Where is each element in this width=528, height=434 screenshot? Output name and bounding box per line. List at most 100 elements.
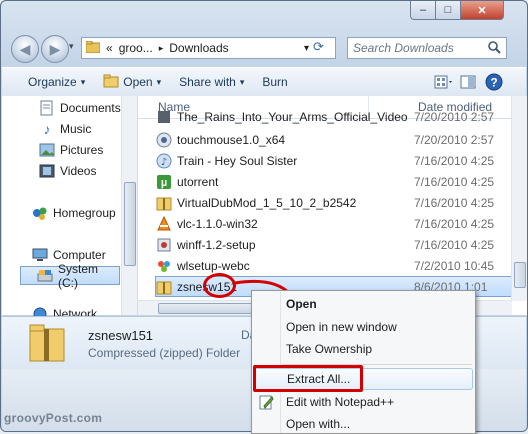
share-label: Share with (179, 75, 236, 89)
address-bar[interactable]: « groo... ▸ Downloads ▾ (81, 37, 336, 59)
chevron-down-icon: ▾ (156, 76, 162, 87)
forward-button[interactable]: ▶ (41, 35, 69, 63)
context-menu: Open Open in new window Take Ownership E… (251, 290, 476, 434)
file-name: winff-1.2-setup (177, 237, 256, 252)
sidebar-scrollbar[interactable] (121, 96, 137, 315)
details-file-name: zsnesw151 (88, 328, 154, 343)
folder-icon (85, 40, 101, 56)
drive-icon (37, 268, 53, 284)
help-button[interactable]: ? (484, 72, 504, 92)
documents-icon (39, 100, 55, 116)
file-name-cell: VirtualDubMod_1_5_10_2_b2542 (156, 195, 414, 211)
file-name: vlc-1.1.0-win32 (177, 216, 258, 231)
file-name: wlsetup-webc (177, 258, 250, 273)
homegroup-icon (32, 205, 48, 221)
view-icon (433, 75, 455, 94)
open-label: Open (123, 75, 153, 89)
search-placeholder: Search Downloads (353, 41, 454, 55)
open-folder-icon (103, 74, 119, 91)
menu-item-open[interactable]: Open (252, 293, 475, 315)
refresh-button[interactable]: ⟳ (313, 39, 333, 57)
file-row[interactable]: winff-1.2-setup 7/16/2010 4:25 (156, 234, 512, 255)
live-setup-icon (156, 258, 172, 274)
change-view-button[interactable] (433, 73, 455, 91)
organize-button[interactable]: Organize ▾ (2, 68, 94, 96)
file-list-scroll-thumb[interactable] (514, 262, 526, 288)
file-name: touchmouse1.0_x64 (177, 132, 286, 147)
setup-icon (156, 132, 172, 148)
file-date: 7/16/2010 4:25 (414, 153, 495, 168)
file-name-cell: vlc-1.1.0-win32 (156, 215, 414, 232)
menu-item-open-new-window[interactable]: Open in new window (252, 316, 475, 338)
menu-item-open-with[interactable]: Open with... (252, 413, 475, 433)
preview-pane-button[interactable] (459, 73, 477, 91)
share-with-button[interactable]: Share with ▾ (170, 68, 253, 96)
file-row[interactable]: touchmouse1.0_x64 7/20/2010 2:57 (156, 129, 512, 150)
svg-text:?: ? (490, 76, 497, 90)
file-date: 7/16/2010 4:25 (414, 195, 495, 210)
file-name-cell: touchmouse1.0_x64 (156, 132, 414, 148)
sidebar-item-homegroup[interactable]: Homegroup (32, 205, 116, 221)
file-list-scrollbar[interactable] (511, 96, 527, 301)
menu-item-edit-notepad[interactable]: Edit with Notepad++ (252, 391, 475, 413)
file-date: 7/16/2010 4:25 (414, 237, 495, 252)
pictures-icon (39, 142, 55, 158)
sidebar-item-documents[interactable]: Documents (39, 100, 121, 116)
vlc-icon (156, 215, 172, 232)
sidebar-item-label: System (C:) (58, 261, 99, 290)
file-row[interactable]: VirtualDubMod_1_5_10_2_b2542 7/16/2010 4… (156, 192, 512, 213)
sidebar-item-label: Music (60, 122, 92, 136)
file-name-cell: wlsetup-webc (156, 258, 414, 274)
menu-item-label: Open with... (286, 417, 351, 431)
breadcrumb-parent[interactable]: groo... (119, 41, 153, 55)
maximize-button[interactable]: □ (435, 1, 461, 20)
file-date: 7/20/2010 2:57 (414, 110, 495, 124)
sidebar-item-pictures[interactable]: Pictures (39, 142, 103, 158)
navigation-pane: Documents ♪ Music Pictures Videos Homegr… (2, 96, 138, 321)
svg-text:µ: µ (161, 177, 167, 189)
sidebar-item-label: Computer (53, 248, 106, 262)
chevron-down-icon: ▾ (80, 76, 86, 87)
open-button[interactable]: Open ▾ (94, 68, 170, 96)
recent-pages-button[interactable]: ▾ (69, 41, 74, 52)
sidebar-item-label: Videos (60, 164, 97, 178)
address-dropdown[interactable]: ▾ (304, 43, 309, 54)
file-list: Name Date modified The_Rains_Into_Your_A… (138, 96, 527, 315)
watermark: groovyPost.com (4, 411, 103, 425)
menu-item-label: Take Ownership (286, 342, 373, 356)
itunes-file-icon: ♪ (156, 153, 172, 169)
sidebar-item-videos[interactable]: Videos (39, 163, 96, 179)
file-row[interactable]: ♪ Train - Hey Soul Sister 7/16/2010 4:25 (156, 150, 512, 171)
file-name: Train - Hey Soul Sister (177, 153, 298, 168)
details-file-type: Compressed (zipped) Folder (88, 346, 241, 360)
zip-folder-large-icon (28, 323, 68, 366)
sidebar-scroll-thumb[interactable] (124, 182, 136, 266)
breadcrumb-separator[interactable]: ▸ (159, 43, 164, 54)
minimize-button[interactable]: – (410, 1, 436, 20)
organize-label: Organize (28, 75, 77, 89)
file-name: utorrent (177, 174, 219, 189)
file-row[interactable]: wlsetup-webc 7/2/2010 10:45 (156, 255, 512, 276)
file-name: The_Rains_Into_Your_Arms_Official_Video (177, 110, 408, 124)
file-name-cell: winff-1.2-setup (156, 237, 414, 253)
overflow-chevron[interactable]: « (106, 41, 113, 55)
burn-button[interactable]: Burn (253, 68, 296, 96)
sidebar-item-music[interactable]: ♪ Music (39, 121, 92, 137)
search-input[interactable]: Search Downloads (347, 37, 507, 59)
breadcrumb-current[interactable]: Downloads (169, 41, 228, 55)
file-row[interactable]: The_Rains_Into_Your_Arms_Official_Video … (156, 110, 512, 124)
setup-icon (156, 237, 172, 253)
svg-text:♪: ♪ (161, 157, 167, 168)
help-icon: ? (484, 73, 504, 95)
file-row[interactable]: µ utorrent 7/16/2010 4:25 (156, 171, 512, 192)
sidebar-item-system-drive[interactable]: System (C:) (20, 262, 120, 290)
menu-item-take-ownership[interactable]: Take Ownership (252, 338, 475, 360)
file-name-cell: The_Rains_Into_Your_Arms_Official_Video (156, 110, 414, 124)
menu-item-label: Open in new window (286, 320, 397, 334)
zip-folder-icon (156, 195, 172, 211)
close-button[interactable]: ✕ (460, 1, 504, 20)
menu-item-label: Edit with Notepad++ (286, 395, 395, 409)
search-icon[interactable] (487, 40, 501, 57)
back-button[interactable]: ◀ (11, 35, 39, 63)
file-row[interactable]: vlc-1.1.0-win32 7/16/2010 4:25 (156, 213, 512, 234)
